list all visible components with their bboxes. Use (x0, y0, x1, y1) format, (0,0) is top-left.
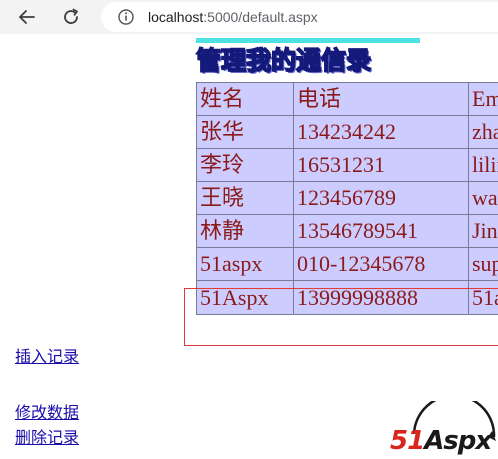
back-arrow-icon (19, 10, 35, 24)
table-cell: 51aspx (196, 247, 294, 281)
table-row: 王晓 123456789 wa (196, 181, 498, 215)
table-cell: zha (468, 115, 498, 149)
site-info-icon[interactable] (117, 8, 135, 26)
url-host: localhost (148, 9, 204, 25)
site-logo: 51Aspx (388, 401, 498, 459)
back-button[interactable] (14, 4, 40, 30)
table-cell: wa (468, 181, 498, 215)
table-row: 张华134234242zha (196, 115, 498, 149)
table-cell: 123456789 (293, 181, 469, 215)
title-banner: 管理我的通信录 (195, 38, 420, 78)
table-cell: 134234242 (293, 115, 469, 149)
table-cell: 王晓 (196, 181, 294, 215)
contacts-table: 姓名电话Em张华134234242zha李玲16531231lilin王晓123… (196, 82, 498, 315)
table-cell: 13546789541 (293, 214, 469, 248)
selected-row-highlight (184, 288, 498, 346)
page-title: 管理我的通信录 (195, 45, 372, 76)
table-header-cell: 姓名 (196, 82, 294, 116)
reload-button[interactable] (58, 4, 84, 30)
edit-data-link[interactable]: 修改数据 (15, 404, 79, 424)
table-cell: sup (468, 247, 498, 281)
table-cell: 张华 (196, 115, 294, 149)
table-cell: Jing (468, 214, 498, 248)
browser-toolbar: localhost:5000/default.aspx (0, 0, 498, 34)
table-header-cell: 电话 (293, 82, 469, 116)
reload-icon (64, 8, 78, 24)
table-row: 李玲16531231lilin (196, 148, 498, 182)
insert-record-link[interactable]: 插入记录 (15, 348, 79, 368)
table-cell: 李玲 (196, 148, 294, 182)
logo-part-51: 51 (390, 426, 425, 456)
table-header-row: 姓名电话Em (196, 82, 498, 116)
table-cell: 010-12345678 (293, 247, 469, 281)
page-viewport: 管理我的通信录 姓名电话Em张华134234242zha李玲16531231li… (4, 34, 498, 459)
table-cell: 林静 (196, 214, 294, 248)
url-text[interactable]: localhost:5000/default.aspx (148, 8, 318, 26)
delete-record-link[interactable]: 删除记录 (15, 429, 79, 449)
logo-part-aspx: Aspx (424, 426, 492, 456)
table-cell: 16531231 (293, 148, 469, 182)
table-row: 林静13546789541Jing (196, 214, 498, 248)
table-header-cell: Em (468, 82, 498, 116)
address-bar[interactable]: localhost:5000/default.aspx (101, 2, 498, 32)
table-cell: lilin (468, 148, 498, 182)
table-row: 51aspx010-12345678sup (196, 247, 498, 281)
logo-text: 51Aspx (390, 426, 492, 456)
url-path: :5000/default.aspx (203, 9, 318, 25)
